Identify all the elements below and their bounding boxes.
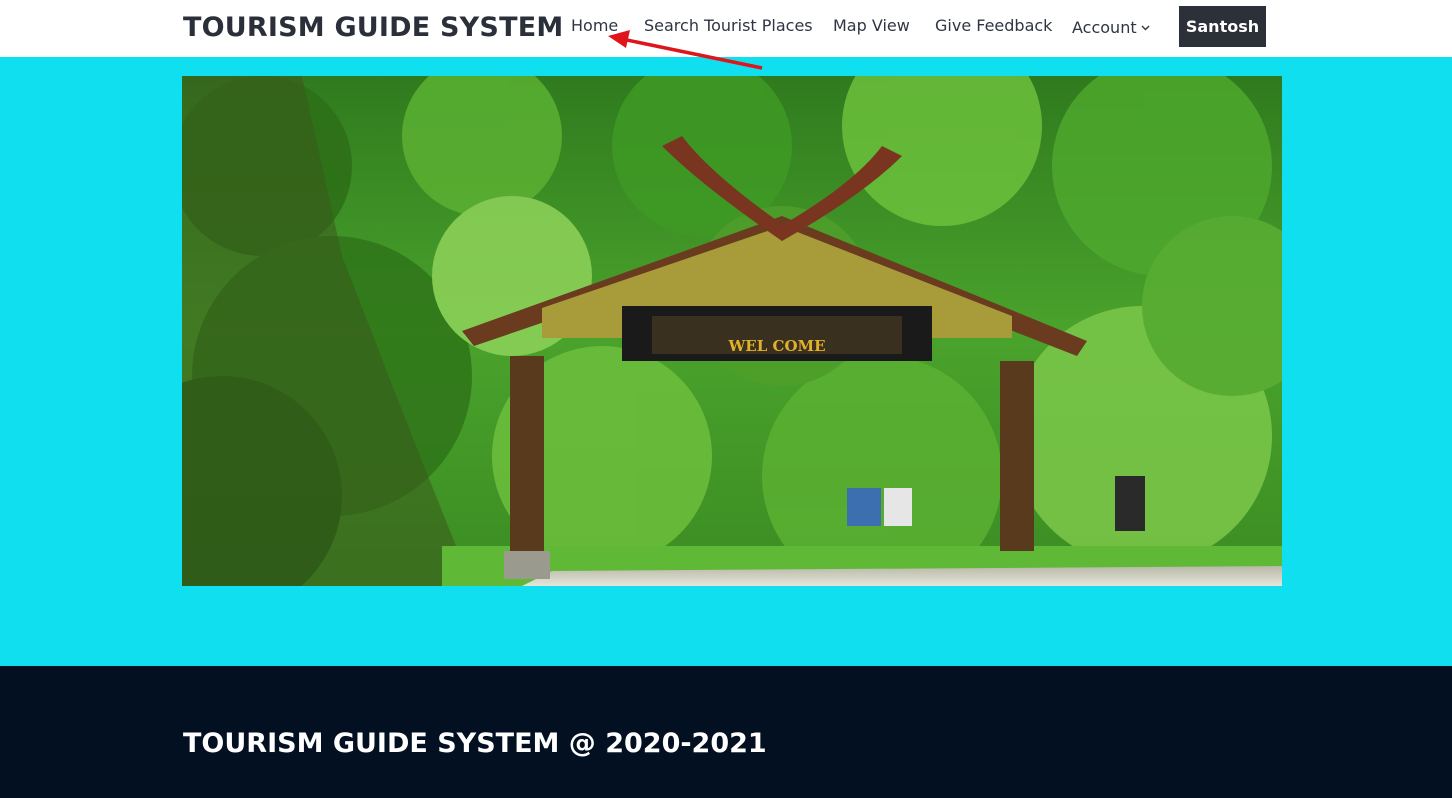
annotation-arrow-icon: [608, 30, 763, 70]
nav-account-label: Account: [1072, 18, 1137, 37]
site-brand[interactable]: TOURISM GUIDE SYSTEM: [183, 12, 563, 43]
nav-account-dropdown[interactable]: Account: [1072, 16, 1150, 37]
hero-image: WEL COME: [182, 76, 1282, 586]
welcome-sign-text: WEL COME: [727, 337, 825, 355]
nav-give-feedback-link[interactable]: Give Feedback: [935, 16, 1052, 35]
chevron-down-icon: [1141, 16, 1150, 35]
user-account-button[interactable]: Santosh: [1179, 6, 1266, 47]
footer-copyright: TOURISM GUIDE SYSTEM @ 2020-2021: [183, 728, 767, 759]
page-footer: TOURISM GUIDE SYSTEM @ 2020-2021: [0, 666, 1452, 798]
nav-map-view-link[interactable]: Map View: [833, 16, 910, 35]
